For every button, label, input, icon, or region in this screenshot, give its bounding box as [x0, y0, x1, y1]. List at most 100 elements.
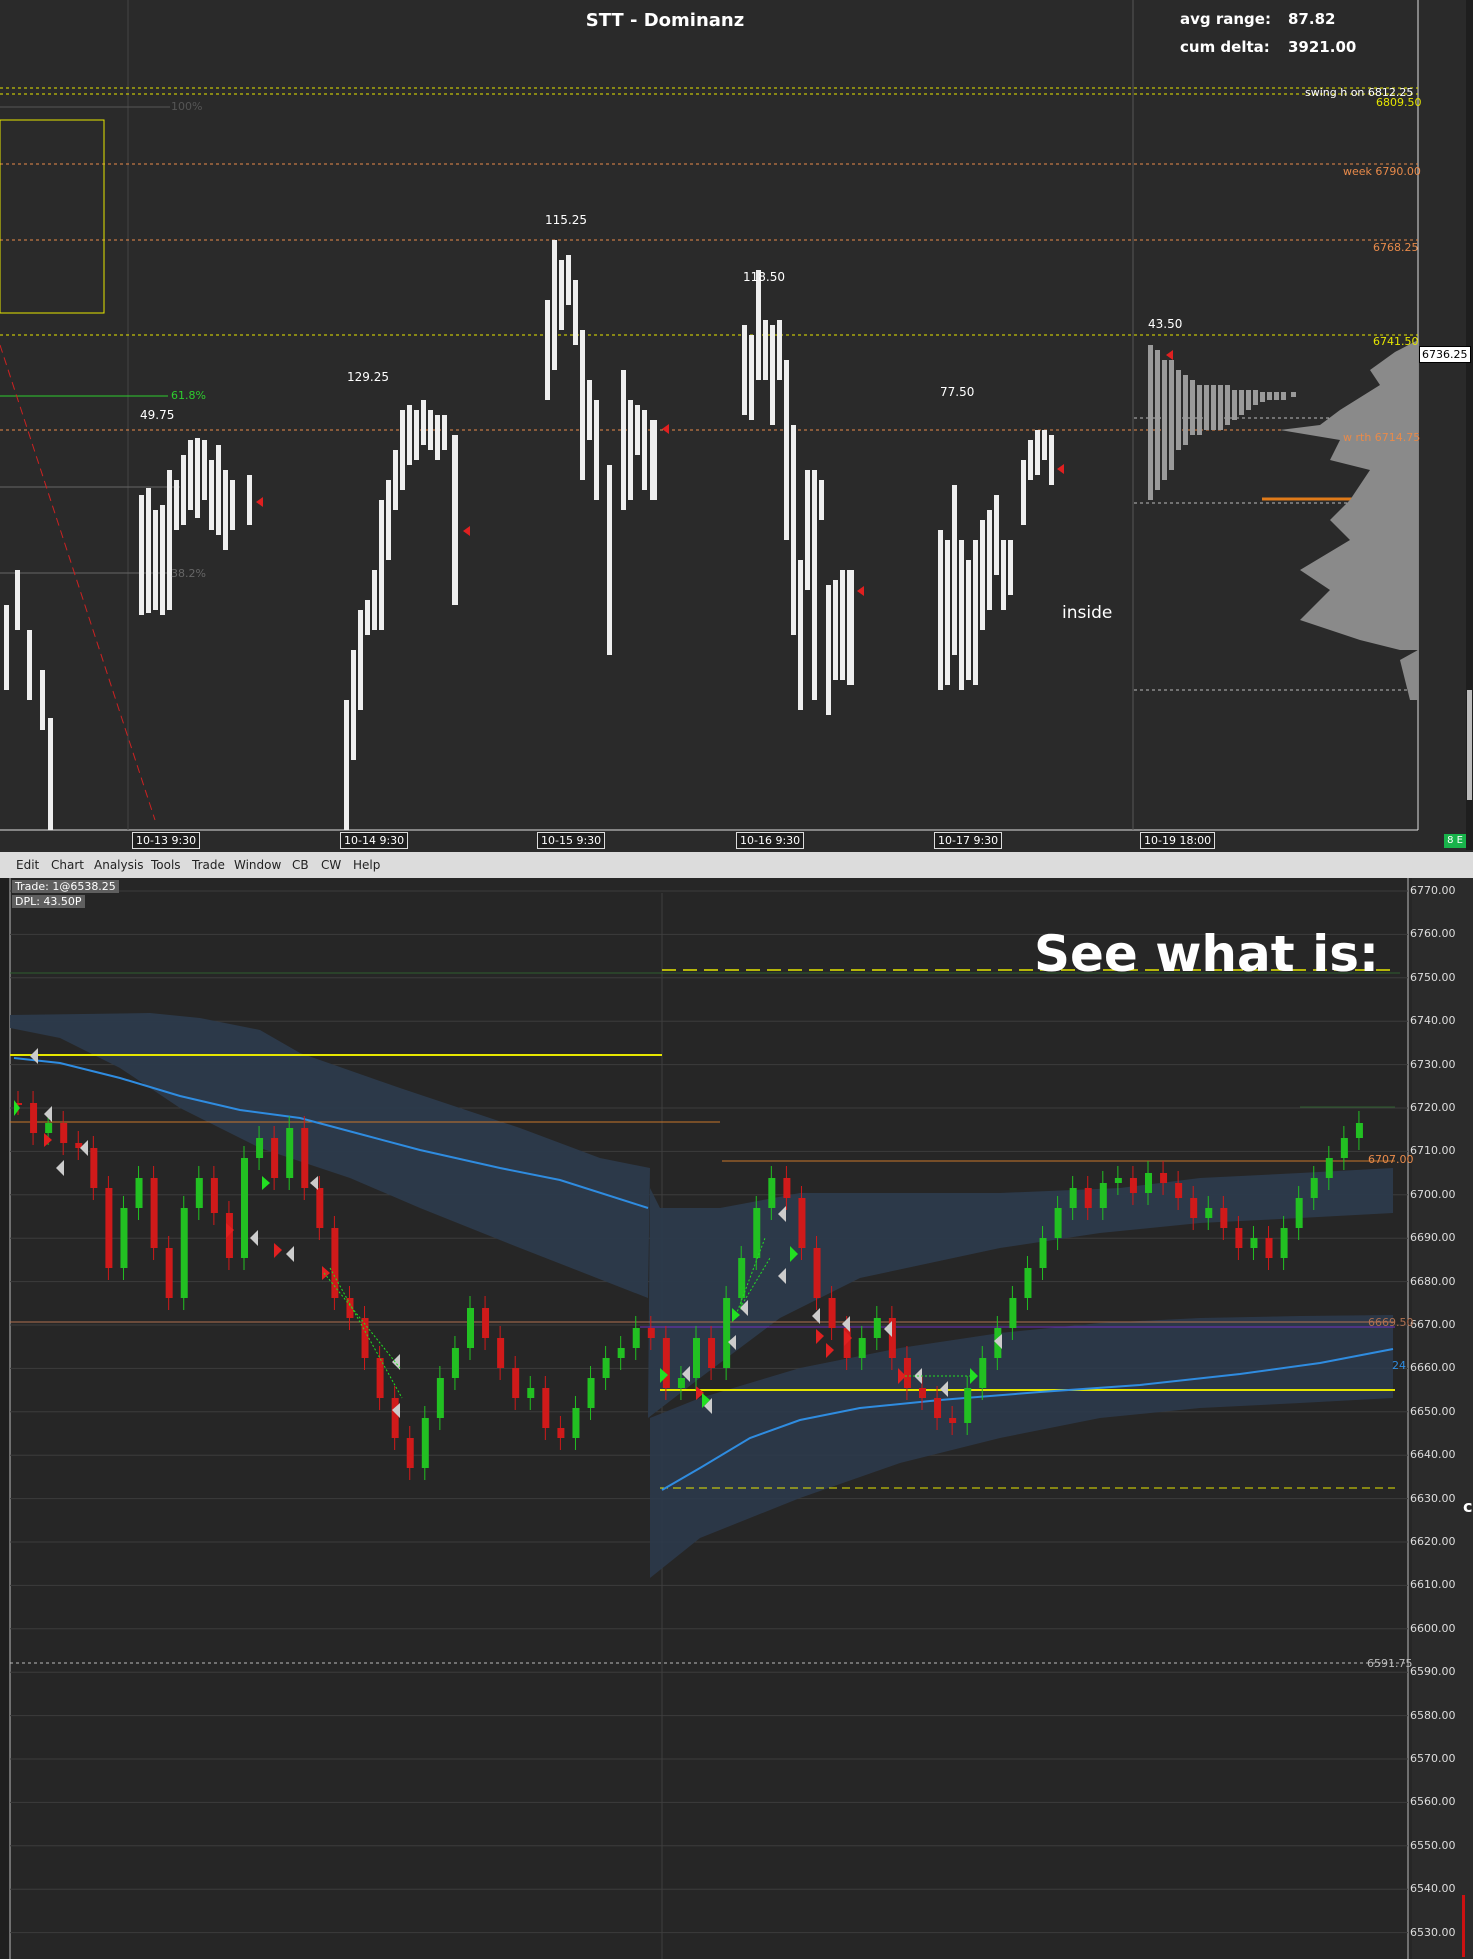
price-axis-label: 6730.00 — [1410, 1057, 1456, 1071]
menu-tools[interactable]: Tools — [151, 858, 181, 872]
tpo-col — [442, 415, 447, 450]
x-tick-label: 10-13 9:30 — [132, 832, 201, 849]
tpo-col — [545, 300, 550, 400]
tpo-col — [1001, 540, 1006, 610]
candle-body — [1054, 1208, 1062, 1238]
menu-window[interactable]: Window — [234, 858, 281, 872]
tpo-col — [372, 570, 377, 630]
range-label: 129.25 — [347, 370, 389, 384]
candle-body — [1129, 1178, 1137, 1193]
candle-body — [467, 1308, 474, 1348]
tpo-col — [628, 400, 633, 500]
candle-body — [1009, 1298, 1017, 1328]
sell-signal-marker — [826, 1343, 834, 1358]
fib-382-label: 38.2% — [171, 567, 206, 580]
tpo-col — [559, 260, 564, 330]
price-axis-label: 6710.00 — [1410, 1144, 1456, 1158]
cum-delta-label: cum delta: — [1180, 38, 1270, 56]
price-axis-label: 6660.00 — [1410, 1361, 1456, 1375]
tpo-col — [1204, 385, 1209, 430]
tpo-col — [153, 510, 158, 610]
tpo-col — [959, 540, 964, 690]
tpo-col — [1274, 392, 1279, 400]
inside-label: inside — [1062, 603, 1113, 623]
cum-delta-value: 3921.00 — [1288, 38, 1357, 56]
candle-body — [813, 1248, 821, 1298]
tpo-col — [1190, 380, 1195, 435]
tpo-col — [1239, 390, 1244, 415]
tpo-col — [1260, 392, 1265, 402]
level-label-week: week 6790.00 — [1343, 165, 1421, 178]
candle-body — [406, 1438, 414, 1468]
tpo-col — [952, 485, 957, 655]
candle-body — [557, 1428, 565, 1438]
avg-range-value: 87.82 — [1288, 10, 1336, 28]
signal-marker — [80, 1140, 88, 1156]
signal-marker — [250, 1230, 258, 1246]
candle-body — [165, 1248, 173, 1298]
price-axis-label: 6680.00 — [1410, 1274, 1456, 1288]
tpo-col — [812, 470, 817, 700]
top-scrollbar-thumb[interactable] — [1467, 690, 1472, 800]
candle-body — [105, 1188, 113, 1268]
tpo-col — [749, 335, 754, 420]
candle-body — [1205, 1208, 1213, 1218]
price-axis-label: 6690.00 — [1410, 1231, 1456, 1245]
candle-body — [964, 1388, 972, 1423]
menu-chart[interactable]: Chart — [51, 858, 84, 872]
tpo-col — [386, 480, 391, 560]
candle-body — [1175, 1183, 1183, 1198]
price-axis-label: 6750.00 — [1410, 970, 1456, 984]
price-axis-label: 6700.00 — [1410, 1187, 1456, 1201]
tpo-col — [146, 488, 151, 613]
menu-trade[interactable]: Trade — [192, 858, 225, 872]
tpo-col — [1225, 385, 1230, 425]
tpo-col — [1035, 430, 1040, 475]
tpo-col — [552, 240, 557, 370]
tpo-col — [188, 440, 193, 510]
range-label: 43.50 — [1148, 317, 1183, 331]
candle-body — [662, 1338, 670, 1388]
menu-edit[interactable]: Edit — [16, 858, 39, 872]
candle-body — [1190, 1198, 1198, 1218]
candle-body — [587, 1378, 595, 1408]
price-axis-label: 6620.00 — [1410, 1535, 1456, 1548]
tpo-col — [994, 495, 999, 575]
menu-cw[interactable]: CW — [321, 858, 341, 872]
candle-body — [1310, 1178, 1318, 1198]
candle-body — [677, 1378, 685, 1388]
price-axis-label: 6650.00 — [1410, 1404, 1456, 1418]
menu-help[interactable]: Help — [353, 858, 380, 872]
volume-profile-tail — [1400, 650, 1418, 700]
red-marker — [463, 526, 470, 536]
candle-body — [30, 1103, 38, 1133]
candle-body — [45, 1123, 53, 1133]
candle-body — [783, 1178, 791, 1198]
tpo-col — [980, 520, 985, 630]
tpo-col — [840, 570, 845, 680]
tpo-col — [805, 470, 810, 590]
tpo-col — [230, 480, 235, 530]
candle-body — [482, 1308, 490, 1338]
tpo-col — [1008, 540, 1013, 595]
candle-body — [708, 1338, 716, 1368]
tpo-col — [202, 440, 207, 500]
menu-analysis[interactable]: Analysis — [94, 858, 143, 872]
tpo-col — [160, 505, 165, 615]
candle-body — [873, 1318, 881, 1338]
price-label-6707: 6707.00 — [1368, 1153, 1414, 1166]
tpo-col — [580, 330, 585, 480]
candle-body — [1099, 1183, 1107, 1208]
candle-body — [512, 1368, 520, 1398]
status-badge: 8 E — [1444, 834, 1466, 848]
buy-signal-marker — [14, 1100, 20, 1116]
tpo-col — [344, 700, 349, 830]
tpo-col — [833, 580, 838, 680]
candle-body — [421, 1418, 429, 1468]
level-label-6809: 6809.50 — [1376, 96, 1422, 109]
candle-body — [632, 1328, 640, 1348]
price-axis-label: 6630.00 — [1410, 1491, 1456, 1505]
tpo-col — [407, 405, 412, 465]
tpo-col — [594, 400, 599, 500]
menu-cb[interactable]: CB — [292, 858, 309, 872]
